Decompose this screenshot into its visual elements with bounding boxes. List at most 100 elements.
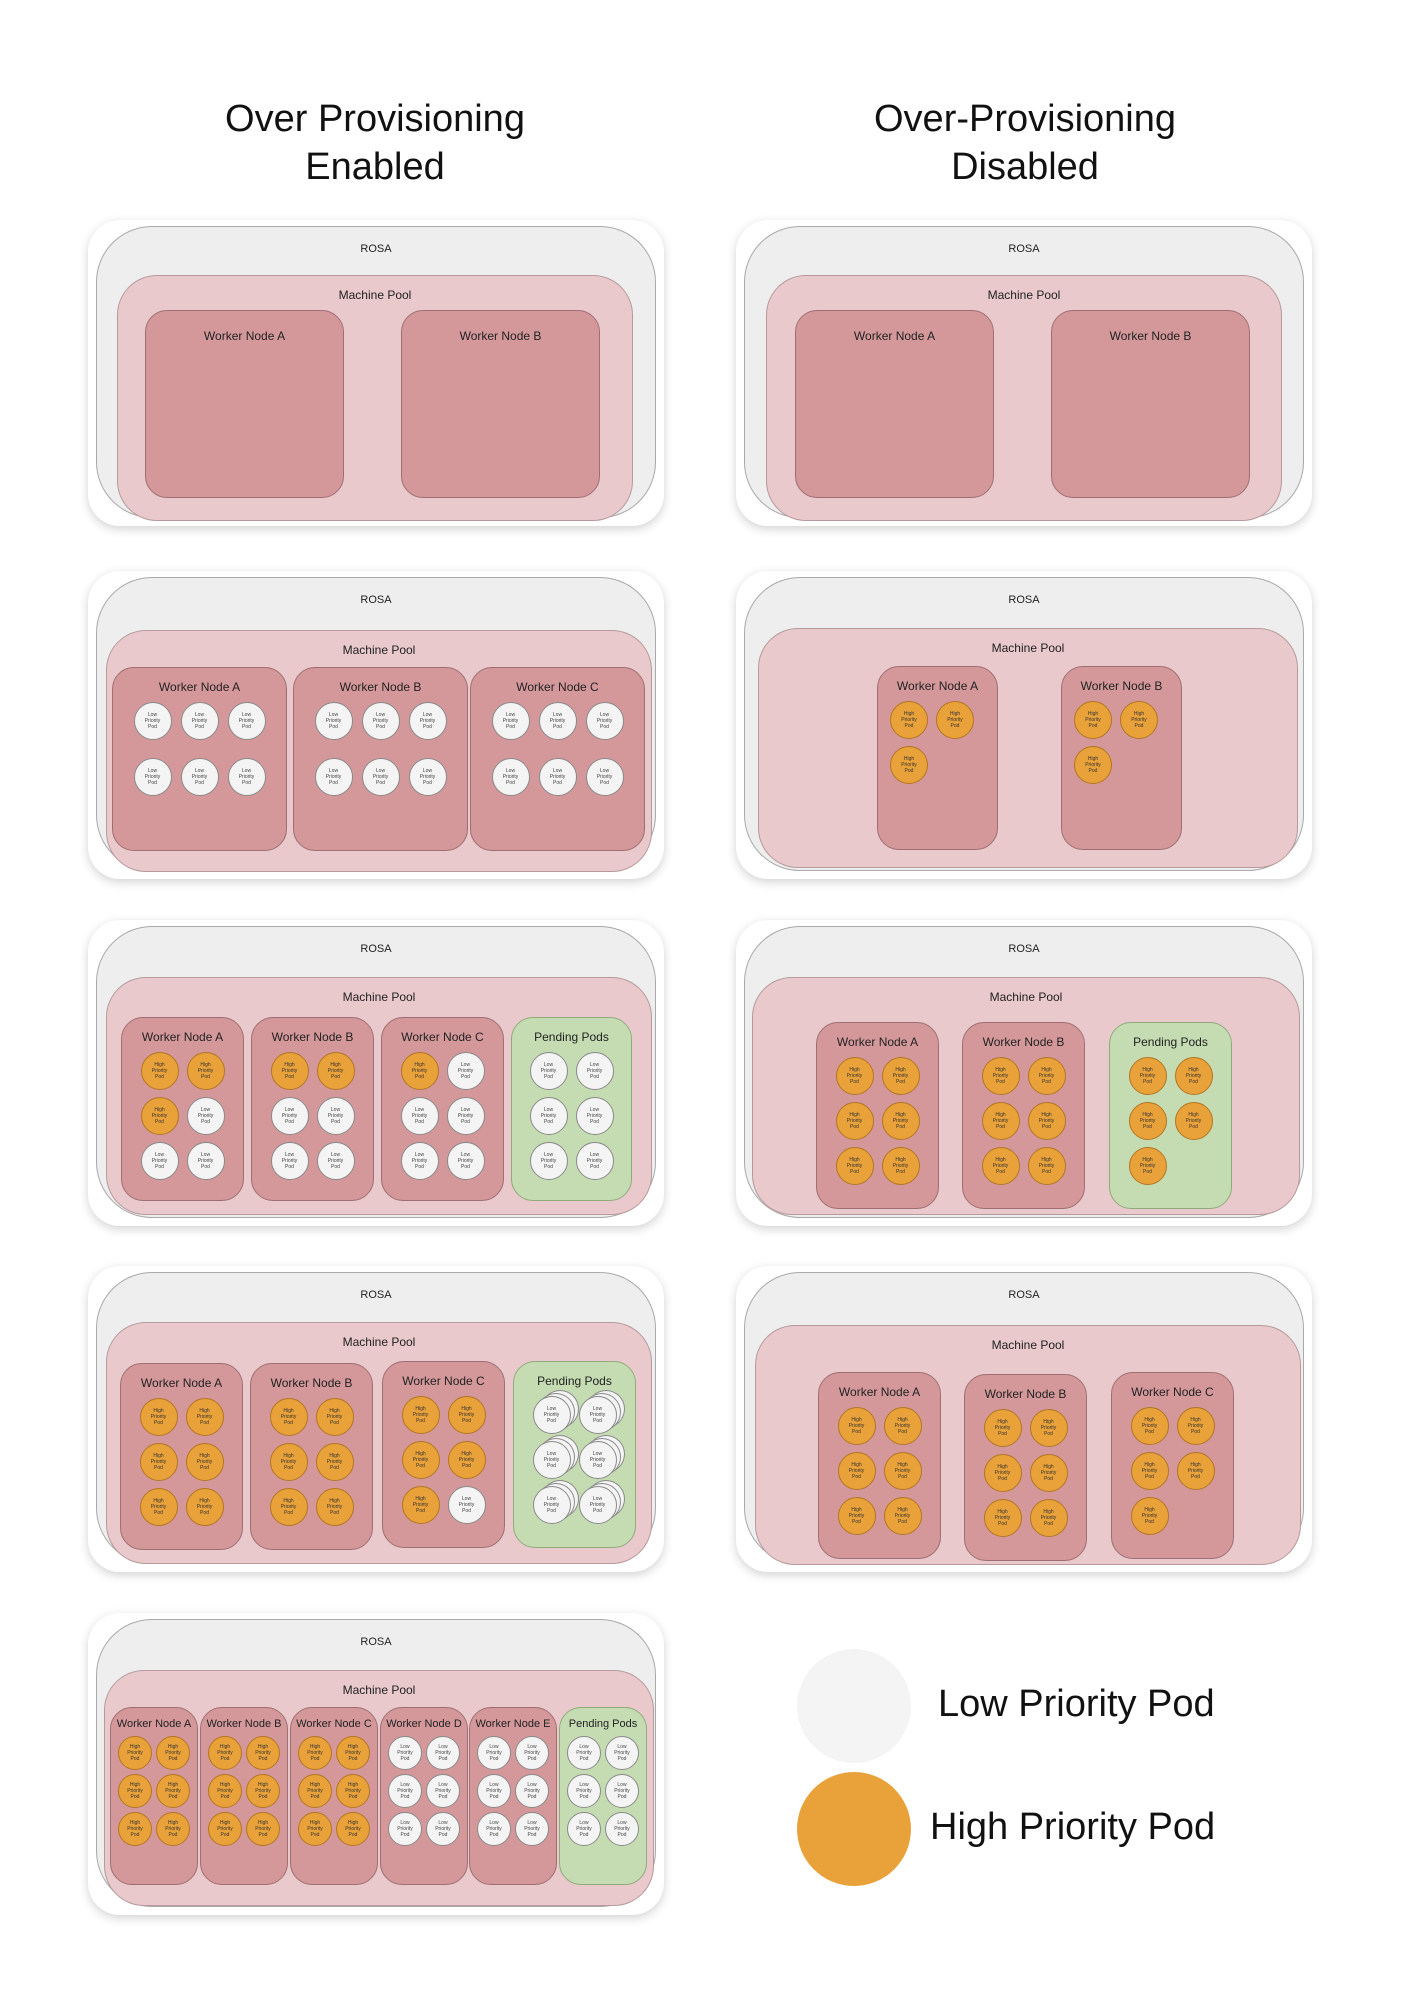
pod-grid: High Priority Pod High Priority Pod High Priori…: [878, 701, 997, 784]
high-priority-pod: High Priority Pod: [1128, 1102, 1167, 1140]
high-priority-pod: High Priority Pod: [336, 1812, 370, 1846]
pod-grid: Low Priority Pod Low Priority Pod Low Priority P…: [381, 1736, 467, 1846]
worker-node-d: Worker Node D Low Priority Pod Low Priority Po…: [380, 1707, 468, 1885]
low-priority-pod: Low Priority Pod: [585, 758, 624, 796]
low-priority-pod: Low Priority Pod: [605, 1774, 639, 1808]
pod-grid: Low Priority Pod Low Priority Pod Low Priority P…: [470, 1736, 556, 1846]
high-priority-pod: High Priority Pod: [983, 1409, 1022, 1447]
pending-pods-node: Pending Pods Low Priority Pod Low Priority Pod…: [511, 1017, 632, 1201]
low-priority-pod: Low Priority Pod: [270, 1097, 309, 1135]
node-label: Worker Node A: [116, 1718, 192, 1730]
pod-grid: High Priority Pod Low Priority Pod Low Priority…: [382, 1052, 503, 1180]
low-priority-pod: Low Priority Pod: [447, 1486, 486, 1524]
pod-grid: High Priority Pod High Priority Pod High Priori…: [1112, 1407, 1233, 1535]
high-priority-pod: High Priority Pod: [883, 1497, 922, 1535]
low-priority-pod: Low Priority Pod: [605, 1736, 639, 1770]
title-over-provisioning-disabled: Over-Provisioning Disabled: [874, 98, 1176, 188]
high-priority-pod: High Priority Pod: [336, 1736, 370, 1770]
rosa-label: ROSA: [360, 943, 392, 955]
high-priority-pod: High Priority Pod: [186, 1052, 225, 1090]
low-priority-legend-dot: [797, 1649, 911, 1763]
pod-grid: Low Priority Pod Low Priority Pod Low Priority P…: [514, 1396, 635, 1524]
low-priority-legend-label: Low Priority Pod: [938, 1683, 1215, 1725]
title-over-provisioning-enabled: Over Provisioning Enabled: [225, 98, 525, 188]
high-priority-pod: High Priority Pod: [983, 1499, 1022, 1537]
low-priority-pod: Low Priority Pod: [578, 1441, 617, 1479]
high-priority-pod: High Priority Pod: [1174, 1102, 1213, 1140]
high-priority-pod: High Priority Pod: [156, 1736, 190, 1770]
high-priority-pod: High Priority Pod: [315, 1443, 354, 1481]
low-priority-pod: Low Priority Pod: [270, 1142, 309, 1180]
node-label: Worker Node B: [1080, 679, 1163, 693]
high-priority-pod: High Priority Pod: [315, 1488, 354, 1526]
worker-node-c: Worker Node C High Priority Pod High Priority…: [290, 1707, 378, 1885]
worker-node-b: Worker Node B High Priority Pod High Priority…: [200, 1707, 288, 1885]
high-priority-pod: High Priority Pod: [156, 1812, 190, 1846]
low-priority-pod: Low Priority Pod: [477, 1736, 511, 1770]
high-priority-pod: High Priority Pod: [298, 1736, 332, 1770]
high-priority-pod: High Priority Pod: [315, 1398, 354, 1436]
low-priority-pod: Low Priority Pod: [532, 1396, 571, 1434]
machine-pool-label: Machine Pool: [342, 1335, 416, 1349]
low-priority-pod: Low Priority Pod: [491, 758, 530, 796]
high-priority-pod: High Priority Pod: [269, 1488, 308, 1526]
low-priority-pod: Low Priority Pod: [361, 758, 400, 796]
node-label: Worker Node C: [402, 1374, 485, 1388]
worker-node-b: Worker Node B: [401, 310, 600, 498]
node-label: Pending Pods: [568, 1718, 638, 1730]
low-priority-pod: Low Priority Pod: [133, 758, 172, 796]
node-label: Worker Node B: [270, 1376, 353, 1390]
rosa-label: ROSA: [360, 243, 392, 255]
node-label: Worker Node A: [838, 1385, 921, 1399]
low-priority-pod: Low Priority Pod: [477, 1774, 511, 1808]
node-label: Pending Pods: [537, 1374, 612, 1388]
pod-grid: High Priority Pod High Priority Pod High Priori…: [251, 1398, 372, 1526]
node-label: Worker Node B: [984, 1387, 1067, 1401]
machine-pool-label: Machine Pool: [342, 990, 416, 1004]
worker-node-c: Worker Node C High Priority Pod Low Priority P…: [381, 1017, 504, 1201]
low-priority-pod: Low Priority Pod: [585, 702, 624, 740]
pod-grid: High Priority Pod High Priority Pod High Priori…: [819, 1407, 940, 1535]
high-priority-pod: High Priority Pod: [883, 1452, 922, 1490]
high-priority-pod: High Priority Pod: [208, 1736, 242, 1770]
rosa-label: ROSA: [360, 1289, 392, 1301]
low-priority-pod: Low Priority Pod: [388, 1774, 422, 1808]
node-label: Worker Node E: [475, 1718, 551, 1730]
low-priority-pod: Low Priority Pod: [515, 1736, 549, 1770]
low-priority-pod: Low Priority Pod: [227, 758, 266, 796]
low-priority-pod: Low Priority Pod: [515, 1774, 549, 1808]
low-priority-pod: Low Priority Pod: [532, 1486, 571, 1524]
low-priority-pod: Low Priority Pod: [529, 1142, 568, 1180]
low-priority-pod: Low Priority Pod: [408, 758, 447, 796]
high-priority-pod: High Priority Pod: [1128, 1147, 1167, 1185]
high-priority-pod: High Priority Pod: [139, 1443, 178, 1481]
high-priority-pod: High Priority Pod: [140, 1052, 179, 1090]
high-priority-pod: High Priority Pod: [1174, 1057, 1213, 1095]
low-priority-pod: Low Priority Pod: [400, 1097, 439, 1135]
pending-pods-node: Pending Pods Low Priority Pod Low Priority Pod…: [559, 1707, 647, 1885]
high-priority-pod: High Priority Pod: [401, 1396, 440, 1434]
high-priority-pod: High Priority Pod: [1120, 701, 1158, 739]
node-label: Worker Node C: [516, 680, 599, 694]
high-priority-pod: High Priority Pod: [837, 1452, 876, 1490]
high-priority-legend-dot: [797, 1772, 911, 1886]
rosa-label: ROSA: [1008, 594, 1040, 606]
node-label: Worker Node A: [141, 1030, 224, 1044]
high-priority-pod: High Priority Pod: [269, 1443, 308, 1481]
low-priority-pod: Low Priority Pod: [567, 1774, 601, 1808]
high-priority-pod: High Priority Pod: [1027, 1147, 1066, 1185]
low-priority-pod: Low Priority Pod: [426, 1736, 460, 1770]
high-priority-pod: High Priority Pod: [1027, 1057, 1066, 1095]
rosa-label: ROSA: [360, 1636, 392, 1648]
worker-node-c: Worker Node C Low Priority Pod Low Priority Po…: [470, 667, 645, 851]
pod-grid: High Priority Pod High Priority Pod High Priori…: [965, 1409, 1086, 1537]
high-priority-pod: High Priority Pod: [139, 1488, 178, 1526]
rosa-label: ROSA: [1008, 1289, 1040, 1301]
node-label: Pending Pods: [1133, 1035, 1208, 1049]
low-priority-pod: Low Priority Pod: [575, 1142, 614, 1180]
low-priority-pod: Low Priority Pod: [388, 1812, 422, 1846]
worker-node-b: Worker Node B High Priority Pod High Priority…: [250, 1363, 373, 1550]
worker-node-a: Worker Node A Low Priority Pod Low Priority Po…: [112, 667, 287, 851]
worker-node-b: Worker Node B High Priority Pod High Priority…: [1061, 666, 1182, 850]
high-priority-pod: High Priority Pod: [336, 1774, 370, 1808]
